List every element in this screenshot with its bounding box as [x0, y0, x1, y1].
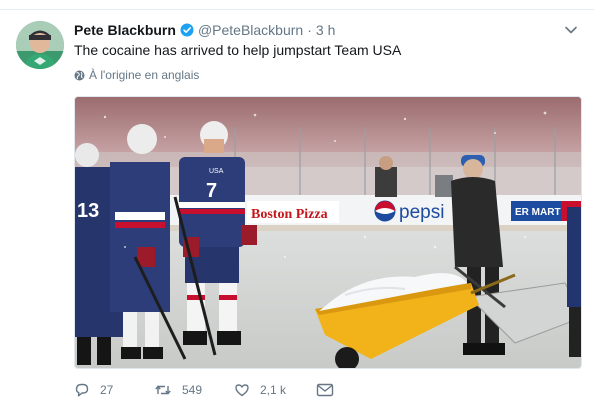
- svg-text:7: 7: [206, 180, 217, 202]
- header-separator: ·: [307, 22, 312, 38]
- svg-text:Boston Pizza: Boston Pizza: [251, 207, 328, 222]
- tweet-text: The cocaine has arrived to help jumpstar…: [74, 42, 402, 58]
- translation-label: À l'origine en anglais: [89, 68, 200, 82]
- translation-note[interactable]: À l'origine en anglais: [74, 68, 199, 82]
- direct-message-button[interactable]: [316, 382, 346, 398]
- author-name[interactable]: Pete Blackburn: [74, 22, 176, 38]
- board-ad-pepsi: pepsi: [374, 200, 444, 223]
- heart-icon: [234, 382, 250, 398]
- avatar-image: [16, 21, 64, 69]
- board-ad-boston-pizza: Boston Pizza: [247, 201, 339, 223]
- tweet-timestamp[interactable]: 3 h: [316, 22, 335, 38]
- avatar[interactable]: [16, 21, 64, 69]
- top-divider: [0, 9, 594, 10]
- reply-count: 27: [100, 383, 114, 397]
- like-count: 2,1 k: [260, 383, 287, 397]
- chevron-down-icon[interactable]: [563, 22, 579, 38]
- envelope-icon: [316, 382, 334, 398]
- author-handle[interactable]: @PeteBlackburn: [198, 22, 303, 38]
- reply-button[interactable]: 27: [74, 382, 154, 398]
- tweet-header: Pete Blackburn @PeteBlackburn · 3 h: [74, 20, 335, 40]
- retweet-button[interactable]: 549: [154, 382, 234, 398]
- verified-badge-icon: [180, 23, 194, 37]
- svg-text:pepsi: pepsi: [399, 202, 444, 223]
- like-button[interactable]: 2,1 k: [234, 382, 316, 398]
- svg-text:13: 13: [77, 200, 99, 222]
- svg-text:USA: USA: [209, 168, 224, 175]
- svg-text:ER MART: ER MART: [515, 207, 561, 218]
- retweet-count: 549: [182, 383, 203, 397]
- globe-icon: [74, 70, 85, 81]
- hockey-photo-illustration: Boston Pizza pepsi ER MART 13 USA 7: [75, 97, 581, 368]
- reply-icon: [74, 382, 90, 398]
- tweet-photo[interactable]: Boston Pizza pepsi ER MART 13 USA 7: [74, 96, 582, 369]
- retweet-icon: [154, 382, 172, 398]
- tweet-actions: 27 549 2,1 k: [74, 380, 346, 400]
